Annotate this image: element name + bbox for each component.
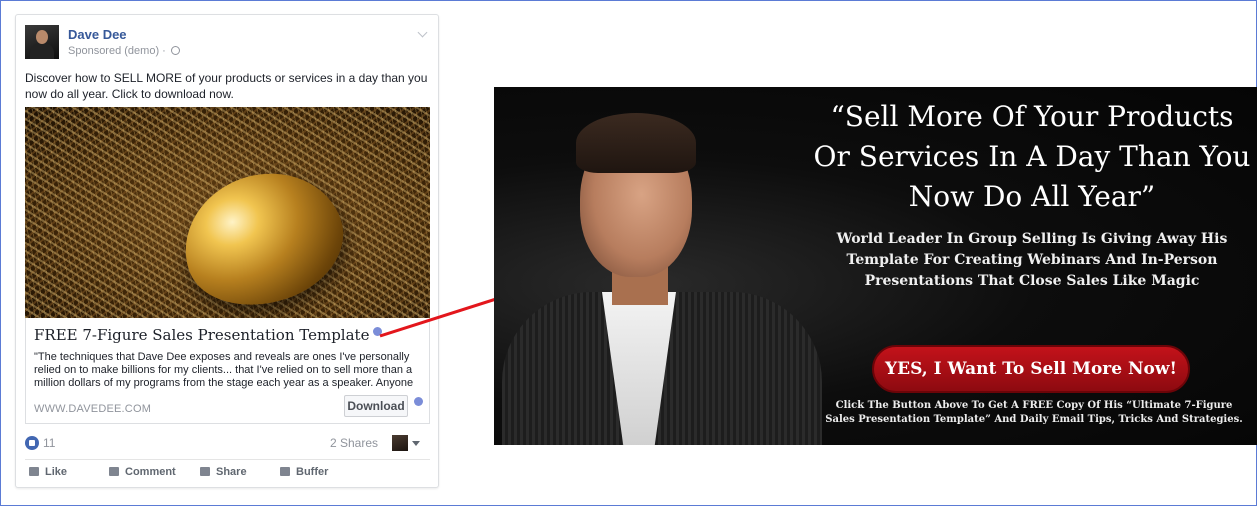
landing-page-banner: “Sell More Of Your Products Or Services …: [494, 87, 1257, 445]
sell-more-cta-button[interactable]: YES, I Want To Sell More Now!: [872, 345, 1190, 393]
landing-headline: “Sell More Of Your Products Or Services …: [813, 100, 1251, 213]
landing-footnote: Click The Button Above To Get A FREE Cop…: [825, 400, 1243, 425]
dave-dee-photo: [494, 87, 824, 445]
photo-hair: [576, 113, 696, 173]
landing-subhead: World Leader In Group Selling Is Giving …: [836, 231, 1228, 289]
